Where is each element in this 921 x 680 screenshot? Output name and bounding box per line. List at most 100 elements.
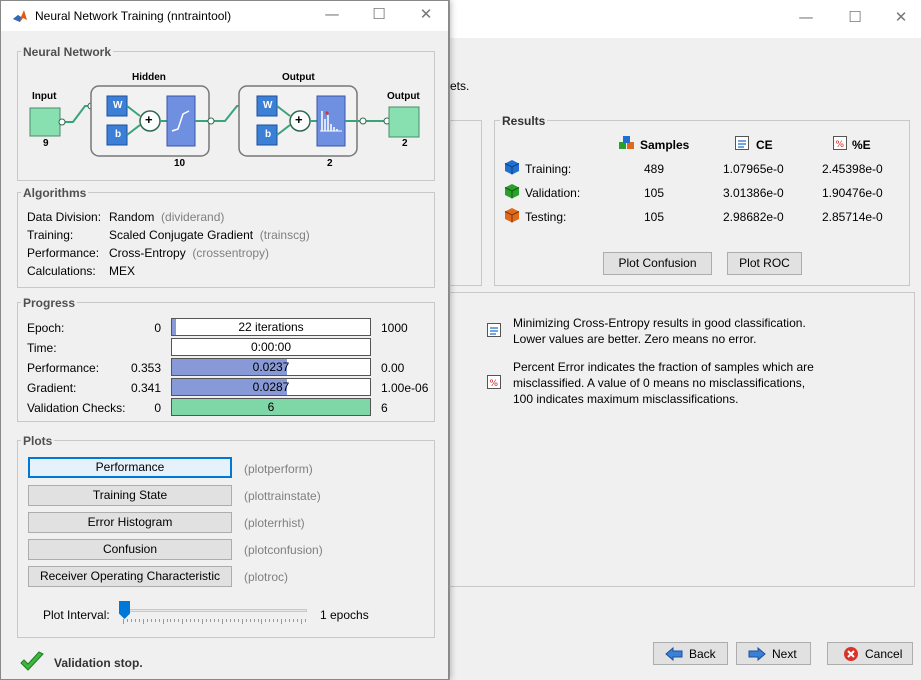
progress-start-epoch: 0 <box>154 321 161 335</box>
plot-roc-button[interactable]: Receiver Operating Characteristic <box>28 566 232 587</box>
slider-tick <box>289 619 291 622</box>
next-button[interactable]: Next <box>736 642 811 665</box>
slider-track <box>121 609 307 612</box>
output-plus-label: + <box>295 112 303 127</box>
back-button[interactable]: Back <box>653 642 728 665</box>
minimize-icon[interactable]: — <box>791 8 821 30</box>
validation-samples: 105 <box>644 186 665 200</box>
ce-icon <box>735 136 749 150</box>
slider-tick <box>174 619 176 622</box>
pe-info-icon: % <box>487 375 501 389</box>
plot-performance-button[interactable]: Performance <box>28 457 232 478</box>
hidden-label: Hidden <box>132 72 166 83</box>
pe-info-line-2: misclassified. A value of 0 means no mis… <box>513 376 806 390</box>
progress-start-gradient: 0.341 <box>130 381 161 395</box>
algo-fn-text: (dividerand) <box>161 210 225 224</box>
validation-row-label: Validation: <box>525 186 581 200</box>
output-node <box>388 106 420 138</box>
hidden-size: 10 <box>174 158 186 169</box>
cancel-icon <box>844 647 858 661</box>
slider-tick <box>182 619 184 624</box>
algo-fn-text: (trainscg) <box>259 228 310 242</box>
plot-roc-fn: (plotroc) <box>244 570 289 584</box>
slider-tick <box>198 619 200 622</box>
hidden-w-label: W <box>113 100 123 111</box>
validation-cube-icon <box>504 184 520 199</box>
plot-performance-fn: (plotperform) <box>244 462 313 476</box>
slider-tick <box>225 619 227 622</box>
close-icon[interactable]: ✕ <box>411 5 441 27</box>
hidden-plus-label: + <box>145 112 153 127</box>
slider-tick <box>170 619 172 622</box>
next-arrow-icon <box>748 647 766 661</box>
slider-tick <box>194 619 196 622</box>
ce-info-line-1: Minimizing Cross-Entropy results in good… <box>513 316 806 330</box>
pe-info-line-1: Percent Error indicates the fraction of … <box>513 360 814 374</box>
back-label: Back <box>689 647 716 661</box>
slider-tick <box>261 619 263 624</box>
progress-start-performance: 0.353 <box>130 361 161 375</box>
maximize-icon[interactable]: ☐ <box>840 8 870 30</box>
slider-thumb[interactable] <box>119 601 130 619</box>
progress-label-gradient: Gradient: <box>27 381 77 395</box>
slider-tick <box>237 619 239 622</box>
window-title: Neural Network Training (nntraintool) <box>35 9 232 23</box>
slider-tick <box>269 619 271 622</box>
slider-tick <box>146 619 148 622</box>
wizard-window: — ☐ ✕ ets. Results Samples CE % %E Train… <box>445 0 921 680</box>
slider-tick <box>126 619 128 622</box>
progress-end-epoch: 1000 <box>381 321 408 335</box>
slider-tick <box>217 619 219 622</box>
slider-tick <box>301 619 303 624</box>
plot-training-state-fn: (plottrainstate) <box>244 489 321 503</box>
minimize-icon[interactable]: — <box>317 5 347 27</box>
training-pe: 2.45398e-0 <box>822 162 883 176</box>
plot-training-state-button[interactable]: Training State <box>28 485 232 506</box>
output-size: 2 <box>402 138 408 149</box>
back-arrow-icon <box>665 647 683 661</box>
algo-value-performance: Cross-Entropy (crossentropy) <box>109 246 269 260</box>
input-label: Input <box>32 91 57 102</box>
plot-roc-button[interactable]: Plot ROC <box>727 252 802 275</box>
output-b-label: b <box>265 129 272 140</box>
slider-tick <box>277 619 279 622</box>
cancel-button[interactable]: Cancel <box>827 642 913 665</box>
plot-error-histogram-button[interactable]: Error Histogram <box>28 512 232 533</box>
algo-label-division: Data Division: <box>27 210 102 224</box>
algo-value-text: Scaled Conjugate Gradient <box>109 228 254 242</box>
hidden-groupbox <box>445 120 482 286</box>
slider-tick <box>297 619 299 622</box>
slider-tick <box>305 619 306 622</box>
slider-tick <box>210 619 212 622</box>
input-size: 9 <box>43 138 49 149</box>
progress-label-epoch: Epoch: <box>27 321 65 335</box>
progress-text-epoch: 22 iterations <box>238 320 304 334</box>
nntraintool-window: Neural Network Training (nntraintool) — … <box>0 0 449 680</box>
slider-tick <box>138 619 140 622</box>
slider-tick <box>285 619 287 622</box>
plot-confusion-button[interactable]: Plot Confusion <box>603 252 712 275</box>
progress-text-gradient: 0.0287 <box>252 380 290 394</box>
progress-bar-gradient: 0.0287 <box>171 378 371 396</box>
validation-ce: 3.01386e-0 <box>723 186 784 200</box>
plot-interval-slider[interactable] <box>119 601 309 627</box>
progress-end-gradient: 1.00e-06 <box>381 381 429 395</box>
slider-tick <box>150 619 152 622</box>
slider-tick <box>154 619 156 622</box>
progress-title: Progress <box>21 296 78 310</box>
slider-tick <box>221 619 223 624</box>
slider-tick <box>206 619 208 622</box>
results-title: Results <box>500 114 548 128</box>
plot-interval-value: 1 epochs <box>320 608 369 622</box>
slider-ticks <box>123 619 306 624</box>
cancel-label: Cancel <box>865 647 903 661</box>
slider-tick <box>249 619 251 622</box>
plot-interval-label: Plot Interval: <box>43 608 110 622</box>
output-layer-size: 2 <box>327 158 333 169</box>
slider-tick <box>229 619 231 622</box>
maximize-icon[interactable]: ☐ <box>364 5 394 27</box>
algo-value-division: Random (dividerand) <box>109 210 224 224</box>
plot-confusion-button[interactable]: Confusion <box>28 539 232 560</box>
ce-info-line-2: Lower values are better. Zero means no e… <box>513 332 757 346</box>
close-icon[interactable]: ✕ <box>886 8 916 30</box>
